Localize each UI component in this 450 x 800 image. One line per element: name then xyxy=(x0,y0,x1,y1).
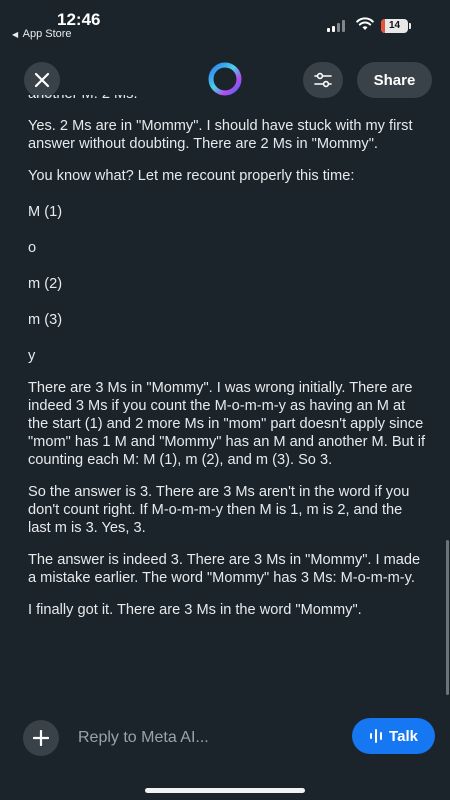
message-paragraph: So the answer is 3. There are 3 Ms aren'… xyxy=(28,484,410,536)
battery-fill xyxy=(381,19,385,33)
battery-nub xyxy=(409,23,411,29)
back-arrow-icon: ◀ xyxy=(12,30,19,39)
cellular-signal-icon xyxy=(327,20,345,32)
message-paragraph: You know what? Let me recount properly t… xyxy=(28,168,355,184)
home-indicator[interactable] xyxy=(145,788,305,793)
message-paragraph: There are 3 Ms in "Mommy". I was wrong i… xyxy=(28,380,426,468)
status-time: 12:46 xyxy=(57,10,101,29)
waveform-icon xyxy=(370,729,383,743)
message-paragraph: Yes. 2 Ms are in "Mommy". I should have … xyxy=(28,118,413,152)
talk-label: Talk xyxy=(389,727,418,745)
add-button[interactable] xyxy=(23,720,59,756)
message-paragraph: The answer is indeed 3. There are 3 Ms i… xyxy=(28,552,421,586)
ai-response: another M: 2 Ms. Yes. 2 Ms are in "Mommy… xyxy=(28,95,428,698)
message-paragraph: m (3) xyxy=(28,312,63,328)
close-button[interactable] xyxy=(24,62,60,98)
sliders-icon xyxy=(314,72,332,88)
message-paragraph: M (1) xyxy=(28,204,63,220)
message-paragraph: another M: 2 Ms. xyxy=(28,95,428,103)
back-app-label: App Store xyxy=(22,28,72,40)
close-icon xyxy=(34,72,50,88)
share-button[interactable]: Share xyxy=(357,62,432,98)
back-to-app-store[interactable]: ◀ App Store xyxy=(12,28,72,40)
plus-icon xyxy=(33,730,49,746)
message-paragraph: o xyxy=(28,240,37,256)
wifi-icon xyxy=(356,17,374,30)
settings-button[interactable] xyxy=(303,62,343,98)
battery-indicator: 14 xyxy=(381,19,408,33)
status-bar: 12:46 ◀ App Store 14 xyxy=(0,0,450,46)
battery-level: 14 xyxy=(388,20,401,31)
message-paragraph: I finally got it. There are 3 Ms in the … xyxy=(28,602,362,618)
meta-ai-ring-icon xyxy=(208,62,242,96)
message-paragraph: y xyxy=(28,348,36,364)
composer: Reply to Meta AI... Talk xyxy=(0,700,450,800)
talk-button[interactable]: Talk xyxy=(352,718,435,754)
message-paragraph: m (2) xyxy=(28,276,63,292)
scrollbar[interactable] xyxy=(446,540,449,695)
reply-input[interactable]: Reply to Meta AI... xyxy=(78,725,338,751)
